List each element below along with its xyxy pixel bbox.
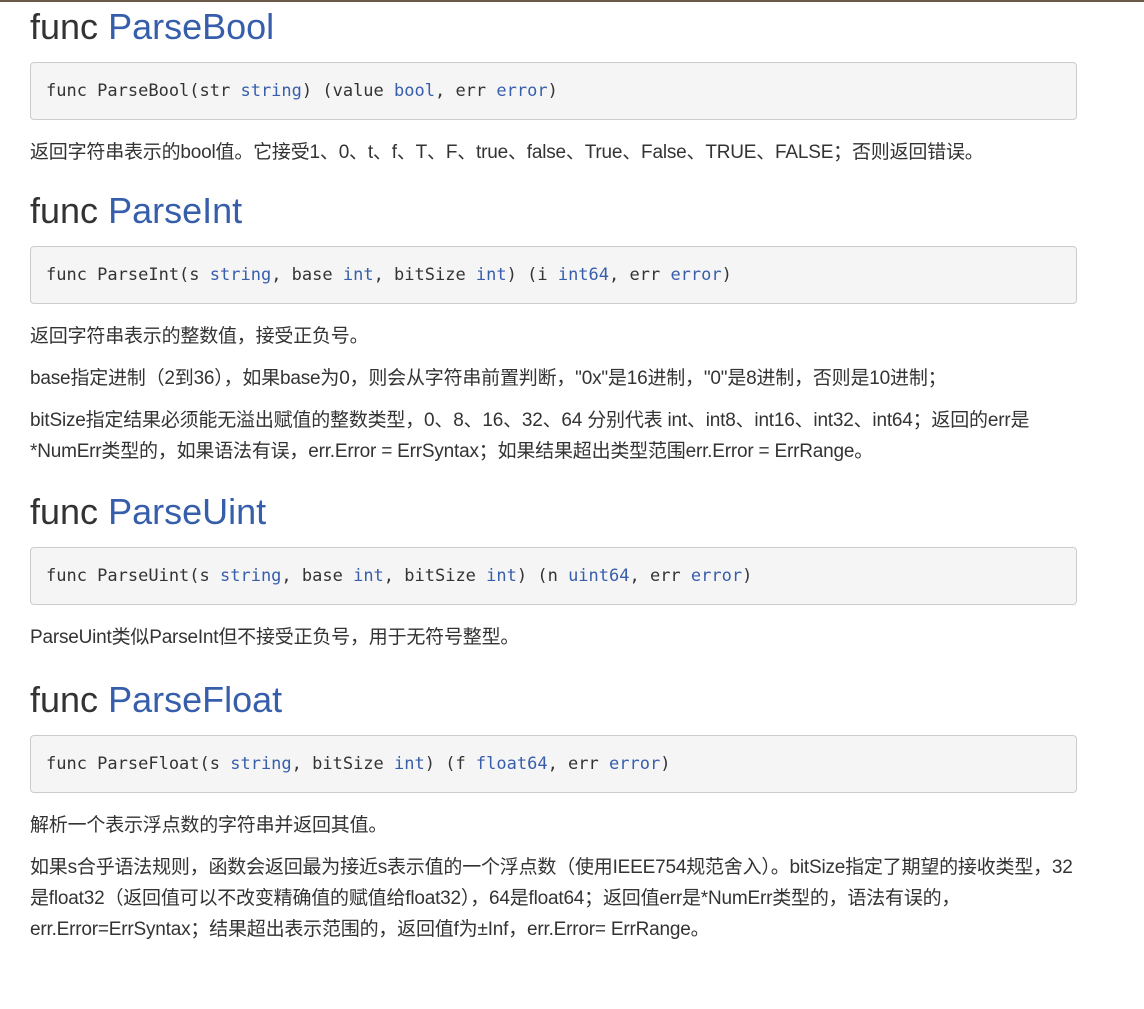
code-token: , base	[271, 265, 343, 285]
code-token: , bitSize	[291, 754, 395, 774]
code-signature-parseuint: func ParseUint(s string, base int, bitSi…	[30, 547, 1077, 605]
code-type-token: bool	[394, 81, 435, 101]
func-name-link[interactable]: ParseFloat	[108, 679, 282, 720]
code-type-token: error	[609, 754, 661, 774]
top-rule	[0, 0, 1144, 2]
code-type-token: float64	[475, 754, 548, 774]
code-token: func ParseFloat(s	[46, 754, 231, 774]
func-keyword: func	[30, 679, 99, 720]
code-token: func ParseBool(str	[46, 81, 241, 101]
func-heading-parseint: func ParseInt	[30, 188, 1078, 234]
code-token: ) (i	[506, 265, 558, 285]
code-token: )	[660, 754, 671, 774]
code-token: ) (f	[424, 754, 476, 774]
description-paragraph: 解析一个表示浮点数的字符串并返回其值。	[30, 815, 388, 836]
func-name-link[interactable]: ParseInt	[108, 190, 242, 231]
code-signature-parseint: func ParseInt(s string, base int, bitSiz…	[30, 246, 1077, 304]
code-type-token: uint64	[568, 566, 630, 586]
func-name-link[interactable]: ParseBool	[108, 6, 274, 47]
func-heading-parseuint: func ParseUint	[30, 489, 1078, 535]
code-type-token: int	[475, 265, 507, 285]
code-token: )	[721, 265, 732, 285]
code-token: func ParseInt(s	[46, 265, 210, 285]
description-paragraph: 如果s合乎语法规则，函数会返回最为接近s表示值的一个浮点数（使用IEEE754规…	[30, 857, 1073, 940]
section-parsefloat: func ParseFloat func ParseFloat(s string…	[30, 677, 1078, 945]
description-paragraph: bitSize指定结果必须能无溢出赋值的整数类型，0、8、16、32、64 分别…	[30, 410, 1030, 462]
func-heading-parsebool: func ParseBool	[30, 4, 1078, 50]
code-token: , err	[609, 265, 671, 285]
func-name-link[interactable]: ParseUint	[108, 491, 266, 532]
description-paragraph: base指定进制（2到36），如果base为0，则会从字符串前置判断，"0x"是…	[30, 368, 947, 389]
code-token: ) (value	[301, 81, 395, 101]
code-token: , err	[547, 754, 609, 774]
func-heading-parsefloat: func ParseFloat	[30, 677, 1078, 723]
section-parseuint: func ParseUint func ParseUint(s string, …	[30, 489, 1078, 653]
func-keyword: func	[30, 6, 99, 47]
section-parsebool: func ParseBool func ParseBool(str string…	[30, 4, 1078, 168]
code-type-token: string	[220, 566, 282, 586]
code-type-token: error	[496, 81, 548, 101]
code-type-token: error	[690, 566, 743, 586]
description-paragraph: 返回字符串表示的整数值，接受正负号。	[30, 326, 369, 347]
func-keyword: func	[30, 491, 99, 532]
code-signature-parsefloat: func ParseFloat(s string, bitSize int) (…	[30, 735, 1077, 793]
code-signature-parsebool: func ParseBool(str string) (value bool, …	[30, 62, 1077, 120]
description-paragraph: ParseUint类似ParseInt但不接受正负号，用于无符号整型。	[30, 627, 520, 648]
code-token: ) (n	[516, 566, 569, 586]
code-type-token: int	[394, 754, 425, 774]
doc-content: func ParseBool func ParseBool(str string…	[30, 4, 1078, 945]
func-keyword: func	[30, 190, 99, 231]
code-type-token: int	[486, 566, 517, 586]
code-token: )	[547, 81, 558, 101]
code-type-token: string	[240, 81, 302, 101]
code-type-token: int	[342, 265, 374, 285]
code-type-token: int	[353, 566, 384, 586]
code-type-token: int64	[557, 265, 610, 285]
code-token: , base	[281, 566, 354, 586]
code-type-token: string	[230, 754, 292, 774]
code-token: , bitSize	[383, 566, 487, 586]
code-token: func ParseUint(s	[46, 566, 220, 586]
code-type-token: string	[209, 265, 272, 285]
section-parseint: func ParseInt func ParseInt(s string, ba…	[30, 188, 1078, 467]
code-type-token: error	[670, 265, 722, 285]
code-token: , err	[434, 81, 497, 101]
code-token: , bitSize	[373, 265, 476, 285]
code-token: , err	[629, 566, 691, 586]
description-paragraph: 返回字符串表示的bool值。它接受1、0、t、f、T、F、true、false、…	[30, 142, 984, 163]
code-token: )	[742, 566, 753, 586]
